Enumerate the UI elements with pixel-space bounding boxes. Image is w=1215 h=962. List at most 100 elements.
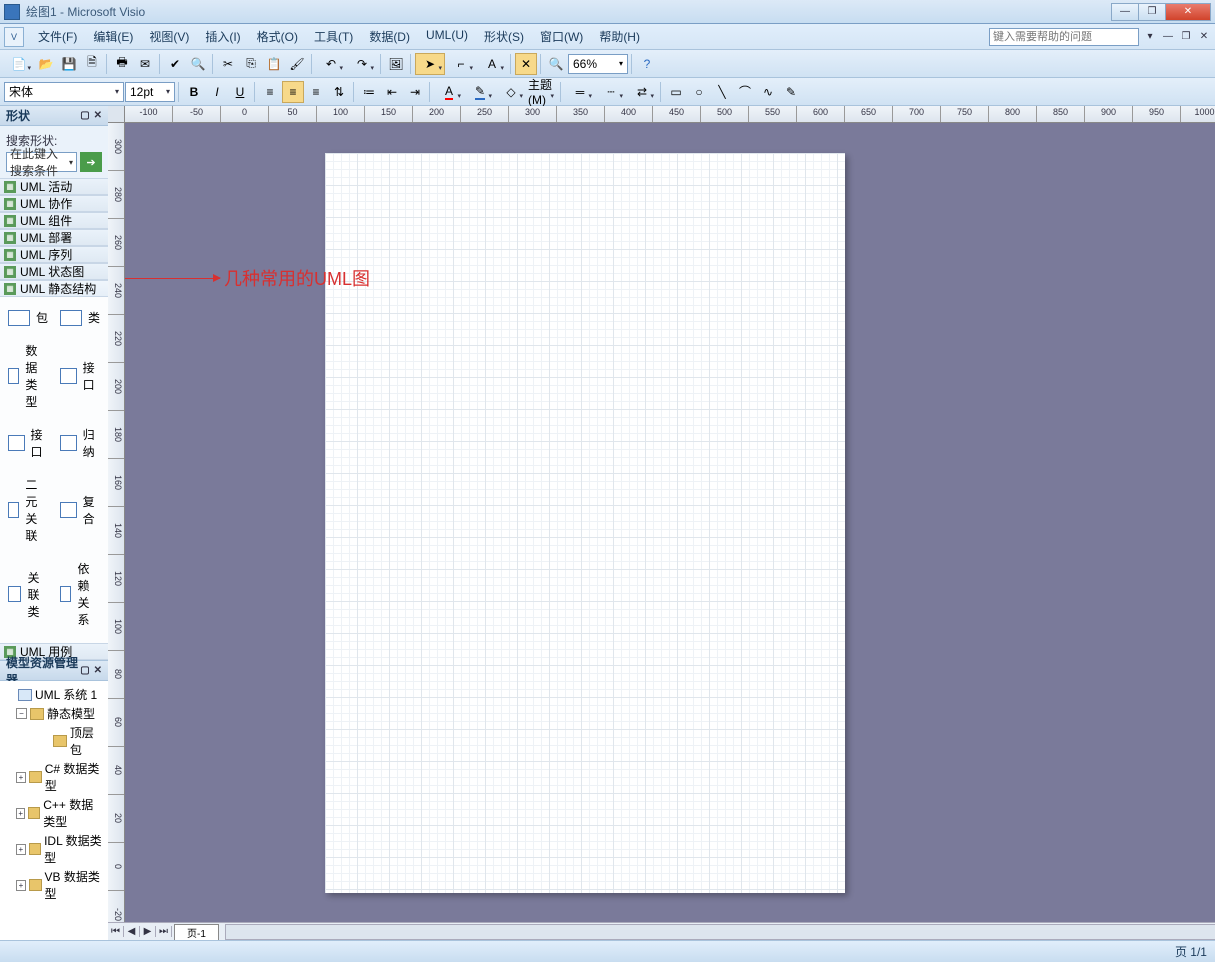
font-size-combo[interactable]: 12pt [125,82,175,102]
bullet-list-button[interactable]: ≔ [358,81,380,103]
panel-close-icon[interactable]: ✕ [94,110,102,121]
zoom-combo[interactable]: 66%▾ [568,54,628,74]
last-page-button[interactable]: ⏭ [156,926,172,937]
shape-item[interactable]: 数据类型 [6,336,50,416]
restore-button[interactable]: ❐ [1138,3,1166,21]
copy-button[interactable]: ⎘ [240,53,262,75]
freeform-tool-button[interactable]: ∿ [757,81,779,103]
pencil-tool-button[interactable]: ✎ [780,81,802,103]
italic-button[interactable]: I [206,81,228,103]
align-right-button[interactable]: ≡ [305,81,327,103]
shape-item[interactable]: 类 [58,303,102,332]
underline-button[interactable]: U [229,81,251,103]
mdi-close-button[interactable]: ✕ [1197,30,1211,44]
rectangle-tool-button[interactable]: ▭ [665,81,687,103]
menu-item[interactable]: 格式(O) [249,25,306,48]
line-color-button[interactable]: ✎ [465,81,495,103]
first-page-button[interactable]: ⏮ [108,926,124,937]
research-button[interactable]: 🔍 [187,53,209,75]
connection-point-button[interactable]: ✕ [515,53,537,75]
menu-item[interactable]: 帮助(H) [591,25,648,48]
fill-color-button[interactable]: ◇ [496,81,526,103]
drawing-page[interactable] [325,153,845,893]
format-painter-button[interactable]: 🖌 [286,53,308,75]
shape-item[interactable]: 复合 [58,470,102,550]
menu-item[interactable]: 编辑(E) [85,25,141,48]
shape-item[interactable]: 归纳 [58,420,102,466]
minimize-button[interactable]: — [1111,3,1139,21]
increase-indent-button[interactable]: ⇥ [404,81,426,103]
font-name-combo[interactable]: 宋体 [4,82,124,102]
help-search-input[interactable] [989,28,1139,46]
shape-item[interactable]: 二元关联 [6,470,50,550]
panel-pin-icon[interactable]: ▢ [80,665,89,676]
email-button[interactable]: ✉ [134,53,156,75]
bold-button[interactable]: B [183,81,205,103]
mdi-restore-button[interactable]: ❐ [1179,30,1193,44]
stencil-bar[interactable]: ▦UML 序列 [0,246,108,263]
align-vertical-button[interactable]: ⇅ [328,81,350,103]
shape-item[interactable]: 关联类 [6,554,50,634]
next-page-button[interactable]: ▶ [140,926,156,937]
line-pattern-button[interactable]: ┄ [596,81,626,103]
insert-picture-button[interactable]: 🖼 [385,53,407,75]
help-dropdown-icon[interactable]: ▾ [1143,30,1157,44]
menu-item[interactable]: 形状(S) [476,25,532,48]
stencil-bar[interactable]: ▦UML 组件 [0,212,108,229]
undo-button[interactable]: ↶ [316,53,346,75]
align-center-button[interactable]: ≡ [282,81,304,103]
close-button[interactable]: ✕ [1165,3,1211,21]
panel-pin-icon[interactable]: ▢ [80,110,89,121]
mdi-minimize-button[interactable]: — [1161,30,1175,44]
menu-item[interactable]: UML(U) [418,25,476,48]
shape-item[interactable]: 接口 [6,420,50,466]
redo-button[interactable]: ↷ [347,53,377,75]
stencil-bar[interactable]: ▦UML 活动 [0,178,108,195]
print-preview-button[interactable]: 🗎 [81,53,103,75]
ellipse-tool-button[interactable]: ○ [688,81,710,103]
menu-item[interactable]: 数据(D) [361,25,418,48]
line-tool-button[interactable]: ╲ [711,81,733,103]
visio-menu-icon[interactable]: V [4,27,24,47]
zoom-in-button[interactable]: 🔍 [545,53,567,75]
menu-item[interactable]: 视图(V) [141,25,197,48]
spellcheck-button[interactable]: ✔ [164,53,186,75]
shape-item[interactable]: 接口 [58,336,102,416]
cut-button[interactable]: ✂ [217,53,239,75]
print-button[interactable]: 🖶 [111,53,133,75]
menu-item[interactable]: 插入(I) [197,25,248,48]
stencil-bar[interactable]: ▦UML 状态图 [0,263,108,280]
decrease-indent-button[interactable]: ⇤ [381,81,403,103]
help-button[interactable]: ? [636,53,658,75]
shape-item[interactable]: 包 [6,303,50,332]
prev-page-button[interactable]: ◀ [124,926,140,937]
font-color-button[interactable]: A [434,81,464,103]
align-left-button[interactable]: ≡ [259,81,281,103]
save-button[interactable]: 💾 [58,53,80,75]
stencil-bar[interactable]: ▦UML 部署 [0,229,108,246]
open-button[interactable]: 📂 [35,53,57,75]
arc-tool-button[interactable]: ⌒ [734,81,756,103]
horizontal-scrollbar[interactable] [225,924,1215,940]
model-tree[interactable]: UML 系统 1 −静态模型 顶层包 +C# 数据类型 +C++ 数据类型 +I… [0,681,108,940]
text-tool-button[interactable]: A [477,53,507,75]
stencil-bar[interactable]: ▦UML 协作 [0,195,108,212]
paste-button[interactable]: 📋 [263,53,285,75]
shape-item[interactable]: 依赖关系 [58,554,102,634]
page-tab[interactable]: 页-1 [174,924,219,940]
shape-search-input[interactable]: 在此键入搜索条件 [6,152,77,172]
line-weight-button[interactable]: ═ [565,81,595,103]
pointer-tool-button[interactable]: ➤ [415,53,445,75]
annotation-text: 几种常用的UML图 [224,265,370,291]
menu-item[interactable]: 文件(F) [30,25,85,48]
connector-tool-button[interactable]: ⌐ [446,53,476,75]
menu-item[interactable]: 窗口(W) [532,25,591,48]
line-ends-button[interactable]: ⇄ [627,81,657,103]
stencil-bar[interactable]: ▦UML 静态结构 [0,280,108,297]
drawing-canvas[interactable]: 几种常用的UML图 [125,123,1215,922]
theme-button[interactable]: 主题(M) [527,81,557,103]
new-button[interactable]: 📄 [4,53,34,75]
menu-item[interactable]: 工具(T) [306,25,361,48]
search-go-button[interactable]: ➔ [80,152,102,172]
panel-close-icon[interactable]: ✕ [94,665,102,676]
